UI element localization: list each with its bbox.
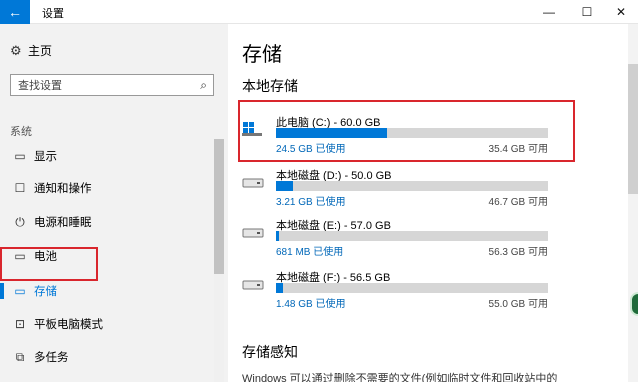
section-label: 系统 (10, 126, 32, 138)
sidebar-item-home[interactable]: ⚙ 主页 (10, 42, 52, 59)
sidebar-item-label: 存储 (34, 286, 57, 298)
drive-used: 1.48 GB 已使用 (276, 299, 346, 310)
search-input[interactable]: 查找设置 ⌕ (10, 74, 214, 96)
sidebar-item-1[interactable]: ☐ 通知和操作 (0, 172, 214, 204)
power-icon: ⏻ (15, 214, 25, 229)
title-bar: ← 设置 — ☐ ✕ (0, 0, 638, 24)
main-scrollbar-thumb[interactable] (628, 64, 638, 194)
sidebar: ⚙ 主页 查找设置 ⌕ 系统 ▭ 显示 ☐ 通知和操作 ⏻ 电源和睡眠 ▭ 电池 ▭ 存储 ⊡ 平板电… (0, 24, 228, 382)
drive-usage-bar (276, 181, 548, 191)
sidebar-item-label: 通知和操作 (34, 183, 92, 195)
highlight-box-drive (238, 100, 575, 162)
drive-free: 55.0 GB 可用 (488, 299, 548, 310)
window-title: 设置 (42, 8, 64, 20)
search-icon: ⌕ (200, 78, 207, 92)
main-scrollbar[interactable] (628, 24, 638, 382)
drive-usage-bar (276, 283, 548, 293)
notification-icon: ☐ (14, 181, 26, 195)
sidebar-item-2[interactable]: ⏻ 电源和睡眠 (0, 206, 214, 238)
sidebar-item-label: 多任务 (34, 352, 69, 364)
hard-drive-icon (242, 228, 264, 238)
main-content: 存储 本地存储 此电脑 (C:) - 60.0 GB 24.5 GB 已使用 35.… (228, 24, 638, 382)
drive-free: 56.3 GB 可用 (488, 247, 548, 258)
minimize-icon: — (543, 5, 555, 19)
sidebar-scrollbar-thumb[interactable] (214, 139, 224, 274)
local-storage-heading: 本地存储 (242, 78, 298, 94)
drive-usage-fill (276, 231, 279, 241)
drive-item[interactable]: 本地磁盘 (D:) - 50.0 GB 3.21 GB 已使用 46.7 GB 可用 (242, 167, 552, 208)
active-indicator (0, 283, 4, 299)
close-button[interactable]: ✕ (604, 0, 638, 24)
drive-used: 681 MB 已使用 (276, 247, 344, 258)
storage-sense-heading: 存储感知 (242, 344, 298, 360)
minimize-button[interactable]: — (532, 0, 566, 24)
hard-drive-icon (242, 280, 264, 290)
sidebar-item-label: 平板电脑模式 (34, 319, 103, 331)
sidebar-item-label: 电源和睡眠 (34, 217, 92, 229)
floating-widget[interactable] (630, 292, 638, 316)
sidebar-item-label: 显示 (34, 151, 57, 163)
search-placeholder: 查找设置 (18, 80, 62, 92)
maximize-icon: ☐ (581, 5, 593, 19)
drive-item[interactable]: 本地磁盘 (E:) - 57.0 GB 681 MB 已使用 56.3 GB 可用 (242, 217, 552, 258)
arrow-left-icon: ← (8, 4, 22, 20)
tablet-icon: ⊡ (14, 317, 26, 331)
storage-sense-description: Windows 可以通过删除不需要的文件(例如临时文件和回收站中的 (242, 373, 558, 382)
highlight-box-sidebar (0, 247, 98, 281)
monitor-icon: ▭ (14, 149, 26, 163)
drive-usage-bar (276, 231, 548, 241)
gear-icon: ⚙ (10, 42, 22, 58)
close-icon: ✕ (615, 5, 627, 19)
maximize-button[interactable]: ☐ (570, 0, 604, 24)
storage-icon: ▭ (14, 284, 26, 298)
home-label: 主页 (28, 44, 53, 58)
multitask-icon: ⧉ (15, 349, 25, 364)
hard-drive-icon (242, 178, 264, 188)
sidebar-item-5[interactable]: ⊡ 平板电脑模式 (0, 308, 214, 340)
page-title: 存储 (242, 44, 282, 66)
drive-item[interactable]: 本地磁盘 (F:) - 56.5 GB 1.48 GB 已使用 55.0 GB 可用 (242, 269, 552, 310)
sidebar-item-0[interactable]: ▭ 显示 (0, 140, 214, 172)
drive-free: 46.7 GB 可用 (488, 197, 548, 208)
sidebar-item-6[interactable]: ⧉ 多任务 (0, 341, 214, 373)
drive-used: 3.21 GB 已使用 (276, 197, 346, 208)
drive-usage-fill (276, 283, 283, 293)
back-button[interactable]: ← (0, 0, 30, 24)
drive-usage-fill (276, 181, 293, 191)
sidebar-scrollbar[interactable] (214, 139, 224, 382)
